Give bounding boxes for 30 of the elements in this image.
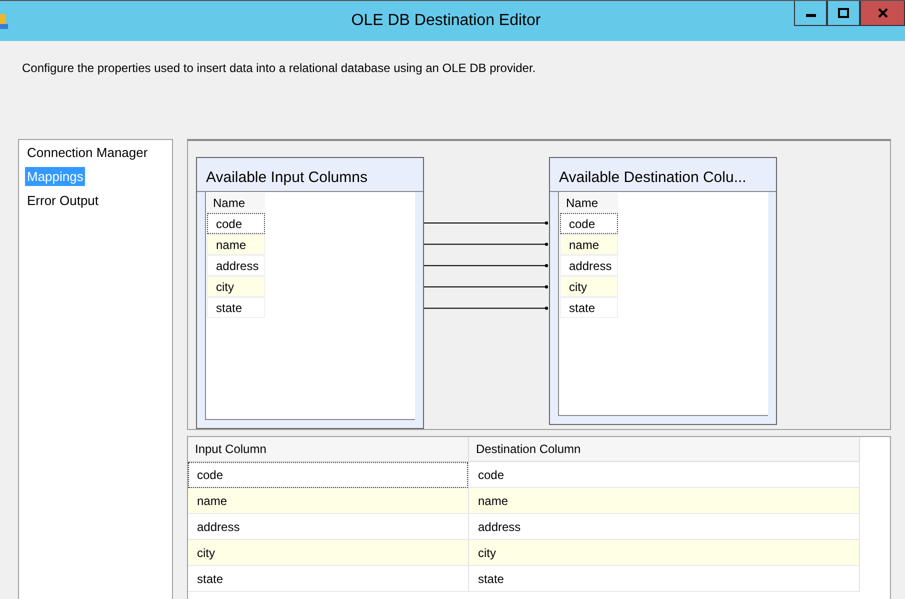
close-button[interactable] (860, 1, 905, 26)
column-item[interactable]: code (560, 213, 618, 234)
sidebar-item[interactable]: Connection Manager (25, 143, 150, 162)
column-item[interactable]: address (560, 255, 618, 276)
column-item[interactable]: state (560, 297, 618, 318)
column-item[interactable]: state (207, 297, 265, 318)
table-cell[interactable]: state (188, 566, 468, 592)
window-title: OLE DB Destination Editor (350, 12, 542, 30)
column-header: Name (207, 193, 265, 213)
column-header: Name (560, 193, 618, 213)
description-text: Configure the properties used to insert data into a relational database using an OLE DB provider. (22, 61, 537, 77)
minimize-button[interactable] (794, 1, 827, 26)
app-icon (0, 12, 8, 30)
column-item[interactable]: name (560, 234, 618, 255)
table-cell[interactable]: city (188, 540, 468, 566)
maximize-button[interactable] (827, 1, 860, 26)
sidebar-item[interactable]: Error Output (25, 191, 101, 210)
column-item[interactable]: name (207, 234, 265, 255)
column-item[interactable]: address (207, 255, 265, 276)
column-header[interactable]: Destination Column (468, 437, 860, 462)
column-item[interactable]: city (207, 276, 265, 297)
maximize-icon (838, 8, 849, 18)
table-cell[interactable]: state (468, 566, 860, 592)
table-cell[interactable]: name (468, 488, 860, 514)
close-icon (878, 8, 888, 18)
table-cell[interactable]: name (188, 488, 468, 514)
column-header[interactable]: Input Column (188, 437, 468, 462)
column-item[interactable]: city (560, 276, 618, 297)
column-item[interactable]: code (207, 213, 265, 234)
table-cell[interactable]: city (468, 540, 860, 566)
